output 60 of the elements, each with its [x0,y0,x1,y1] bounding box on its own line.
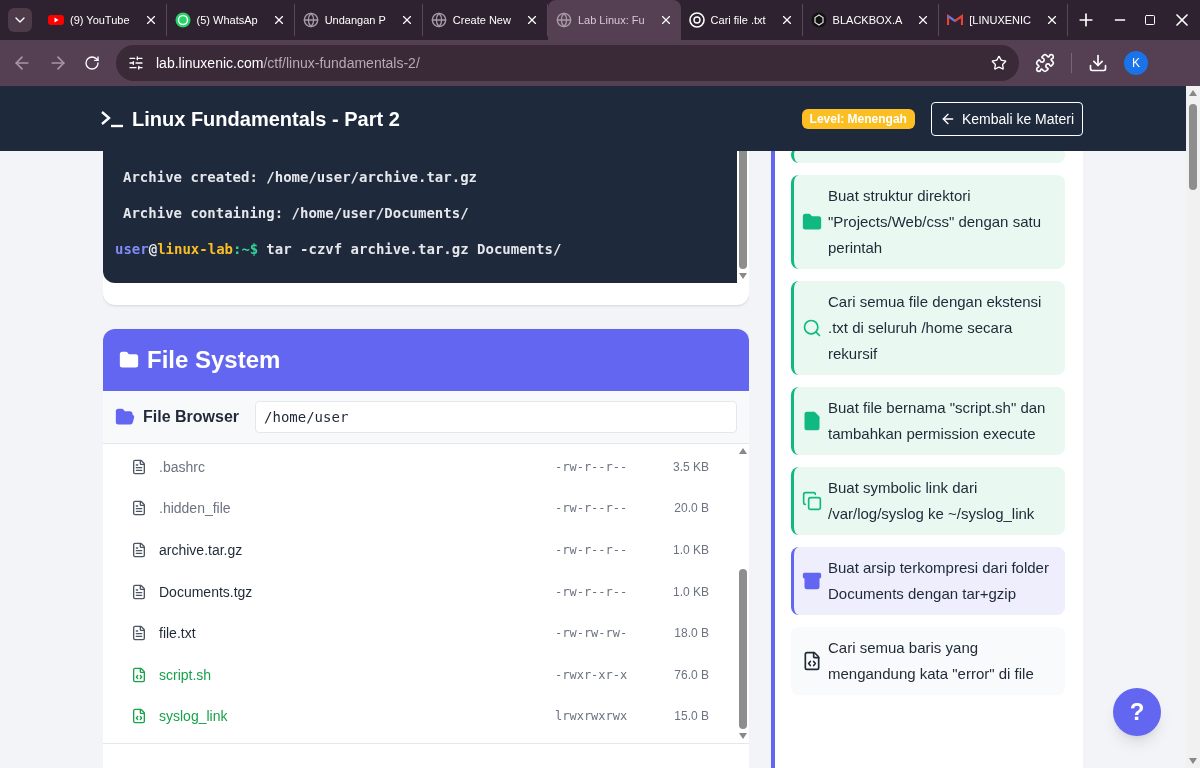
file-row[interactable]: Documents.tgz -rw-r--r-- 1.0 KB [131,570,709,613]
file-row[interactable]: .hidden_file -rw-r--r-- 20.0 B [131,487,709,530]
file-row[interactable]: syslog_link lrwxrwxrwx 15.0 B [131,695,709,738]
task-text: Buat symbolic link dari /var/log/syslog ke ~/syslog_link [828,478,1036,524]
back-to-material-button[interactable]: Kembali ke Materi [930,101,1083,136]
file-permissions: -rw-r--r-- [555,583,629,600]
terminal-prompt: user@linux-lab:~$ tar -czvf archive.tar.gz Documents/ [115,240,562,259]
task-text: Buat file bernama "script.sh" dan tambahkan permission execute [828,398,1047,444]
file-size: 15.0 B [673,708,709,725]
browser-tab[interactable]: (9) YouTube [40,4,167,36]
file-row[interactable]: archive.tar.gz -rw-r--r-- 1.0 KB [131,529,709,571]
file-size: 18.0 B [673,625,709,642]
help-button[interactable]: ? [1113,688,1161,736]
task-card[interactable]: Cari semua baris yang mengandung kata "error" di file [791,627,1065,695]
browser-tab[interactable]: [LINUXENIC [939,4,1069,36]
file-size: 3.5 KB [671,458,709,475]
browser-tab[interactable]: Lab Linux: Fu [547,0,681,40]
task-card[interactable]: Buat struktur direktori "Projects/Web/css" dengan satu perintah [791,175,1065,269]
task-text: Cari semua file dengan ekstensi .txt di seluruh /home secara rekursif [828,292,1043,364]
file-row[interactable]: file.txt -rw-rw-rw- 18.0 B [131,612,709,654]
browser-tab[interactable]: Create New [422,4,548,36]
file-name: Documents.tgz [159,582,253,602]
section-title: File System [147,345,281,375]
browser-tab[interactable]: (5) WhatsAp [166,4,295,36]
file-name: .bashrc [159,457,205,477]
level-badge: Level: Menengah [801,108,915,129]
file-name: syslog_link [159,707,228,727]
profile-avatar[interactable]: K [1124,51,1148,75]
file-size: 1.0 KB [671,542,709,558]
file-row[interactable]: .bashrc -rw-r--r-- 3.5 KB [131,446,709,488]
file-name: .hidden_file [159,499,231,519]
file-name: file.txt [159,624,196,644]
file-permissions: -rwxr-xr-x [555,666,629,683]
browser-tab[interactable]: BLACKBOX.A [802,4,940,36]
file-name: script.sh [159,665,212,685]
file-permissions: lrwxrwxrwx [555,708,629,725]
file-permissions: -rw-r--r-- [555,542,629,558]
file-size: 76.0 B [673,666,709,683]
file-permissions: -rw-r--r-- [555,500,629,517]
task-card[interactable]: Cari semua file dengan ekstensi .txt di seluruh /home secara rekursif [791,281,1065,375]
browser-tab[interactable]: Cari file .txt [680,4,803,36]
task-card[interactable]: Buat arsip terkompresi dari folder Documents dengan tar+gzip [791,547,1065,615]
file-row[interactable]: script.sh -rwxr-xr-x 76.0 B [131,653,709,696]
file-permissions: -rw-rw-rw- [555,625,629,642]
file-permissions: -rw-r--r-- [555,458,629,475]
file-size: 1.0 KB [671,583,709,600]
task-text: Buat arsip terkompresi dari folder Documents dengan tar+gzip [828,558,1050,604]
path-field[interactable]: /home/user [255,401,737,433]
task-card[interactable]: Buat symbolic link dari /var/log/syslog ke ~/syslog_link [791,467,1065,535]
file-browser-label: File Browser [143,407,240,427]
page-title: Linux Fundamentals - Part 2 [132,106,400,132]
task-text: Buat struktur direktori "Projects/Web/css" dengan satu perintah [828,186,1042,258]
task-card[interactable]: Buat file bernama "script.sh" dan tambahkan permission execute [791,387,1065,455]
browser-tab[interactable]: Undangan P [294,4,423,36]
address-bar[interactable]: lab.linuxenic.com/ctf/linux-fundamentals-2/ [116,45,1019,81]
file-name: archive.tar.gz [159,541,243,560]
task-text: Cari semua baris yang mengandung kata "error" di file [828,638,1035,684]
terminal-output: Archive containing: /home/user/Documents/ [123,204,469,223]
file-size: 20.0 B [673,500,709,517]
terminal-output: Archive created: /home/user/archive.tar.gz [123,168,477,187]
